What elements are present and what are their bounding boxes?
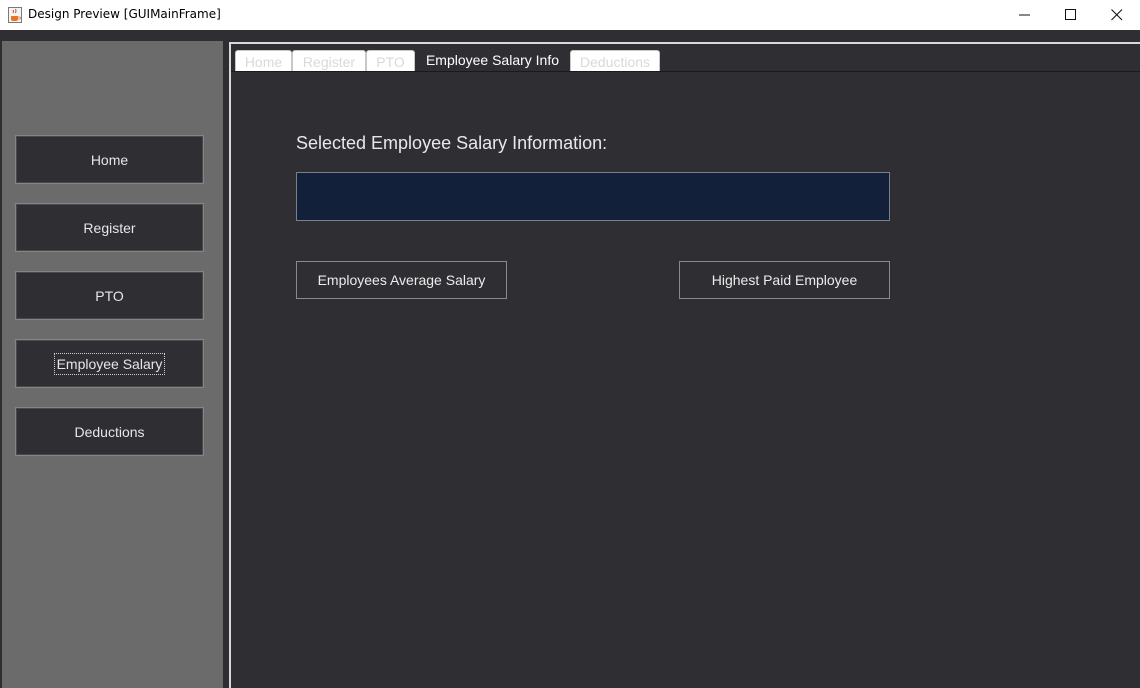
sidebar-item-label: Register (83, 219, 136, 236)
maximize-button[interactable] (1048, 0, 1094, 30)
average-salary-button[interactable]: Employees Average Salary (296, 261, 507, 299)
close-icon (1111, 9, 1123, 21)
tab-register[interactable]: Register (292, 50, 366, 72)
salary-info-field[interactable] (296, 172, 890, 221)
sidebar-item-label: Home (90, 151, 129, 168)
tab-employee-salary-info[interactable]: Employee Salary Info (416, 48, 569, 72)
sidebar-home-button[interactable]: Home (15, 135, 204, 184)
sidebar-register-button[interactable]: Register (15, 203, 204, 252)
title-bar: Design Preview [GUIMainFrame] (0, 0, 1140, 30)
sidebar-item-label: PTO (95, 287, 124, 304)
sidebar-deductions-button[interactable]: Deductions (15, 407, 204, 456)
tab-home[interactable]: Home (235, 50, 292, 72)
minimize-icon (1019, 14, 1030, 16)
tab-label: Employee Salary Info (425, 52, 560, 68)
tab-pto[interactable]: PTO (366, 50, 415, 72)
sidebar-item-label: Employee Salary (53, 352, 166, 375)
sidebar: Home Register PTO Employee Salary Deduct… (2, 41, 223, 688)
main-tabbed-panel: Home Register PTO Employee Salary Info D… (229, 42, 1140, 688)
window-frame-strip (0, 30, 1140, 41)
close-button[interactable] (1094, 0, 1140, 30)
tab-label: PTO (376, 53, 405, 70)
highest-paid-button[interactable]: Highest Paid Employee (679, 261, 890, 299)
minimize-button[interactable] (1002, 0, 1048, 30)
maximize-icon (1065, 9, 1076, 20)
tab-label: Deductions (579, 53, 651, 70)
tab-label: Register (302, 53, 356, 70)
sidebar-item-label: Deductions (74, 423, 145, 440)
java-cup-icon (8, 7, 22, 23)
window-title: Design Preview [GUIMainFrame] (28, 7, 221, 21)
tab-label: Home (244, 53, 283, 70)
highest-paid-label: Highest Paid Employee (711, 272, 858, 288)
tab-deductions[interactable]: Deductions (570, 50, 660, 72)
salary-info-heading: Selected Employee Salary Information: (296, 133, 608, 153)
tab-strip-border (231, 71, 1140, 72)
average-salary-label: Employees Average Salary (317, 272, 486, 288)
sidebar-pto-button[interactable]: PTO (15, 271, 204, 320)
sidebar-employee-salary-button[interactable]: Employee Salary (15, 339, 204, 388)
